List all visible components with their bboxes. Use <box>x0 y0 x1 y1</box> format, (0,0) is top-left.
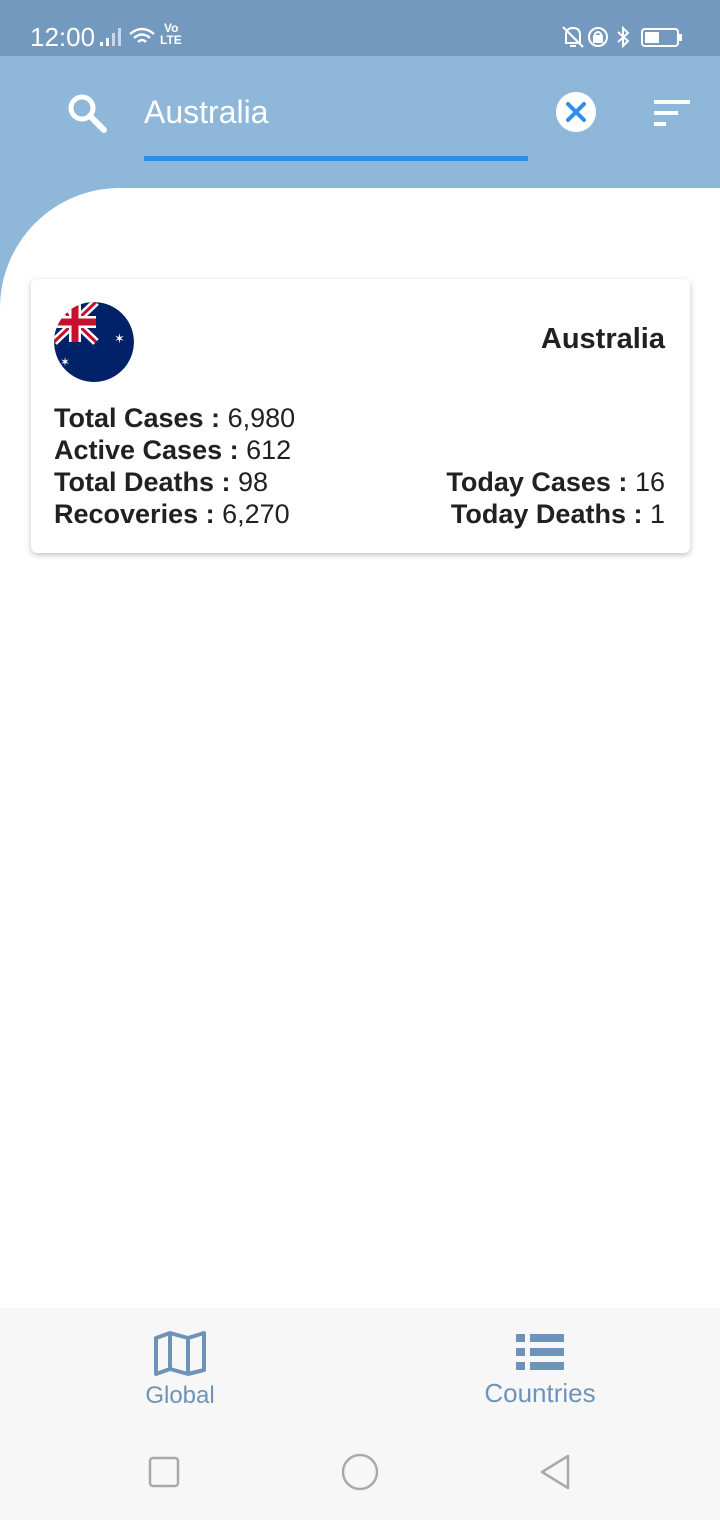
total-cases-label: Total Cases : <box>54 403 221 433</box>
today-deaths-row: Today Deaths : 1 <box>451 498 665 530</box>
system-navigation-bar <box>0 1424 720 1520</box>
country-name: Australia <box>540 323 665 355</box>
country-card[interactable]: ✶ ✶ Australia Total Cases : 6,980 Active… <box>31 279 690 553</box>
search-input[interactable] <box>144 86 524 138</box>
union-jack <box>54 302 99 345</box>
star-icon: ✶ <box>60 355 70 369</box>
today-cases-value: 16 <box>634 467 665 497</box>
australia-flag-icon: ✶ ✶ <box>54 302 134 382</box>
active-cases-row: Active Cases : 612 <box>54 434 291 466</box>
battery-icon <box>641 28 682 47</box>
search-icon[interactable] <box>66 92 108 134</box>
today-deaths-value: 1 <box>649 499 665 529</box>
total-deaths-row: Total Deaths : 98 <box>54 466 268 498</box>
map-icon <box>154 1331 206 1376</box>
active-cases-value: 612 <box>246 435 292 465</box>
star-icon: ✶ <box>114 332 125 347</box>
recent-apps-icon[interactable] <box>144 1452 184 1492</box>
clear-search-button[interactable] <box>556 92 596 132</box>
today-cases-row: Today Cases : 16 <box>446 466 665 498</box>
volte-icon: Vo LTE <box>160 22 182 46</box>
total-cases-value: 6,980 <box>227 403 296 433</box>
total-cases-row: Total Cases : 6,980 <box>54 402 295 434</box>
system-status-icons <box>562 25 682 49</box>
today-deaths-label: Today Deaths : <box>450 499 643 529</box>
nav-countries-label: Countries <box>484 1378 596 1408</box>
active-cases-label: Active Cases : <box>54 435 239 465</box>
rotation-lock-icon <box>588 27 608 47</box>
bell-off-icon <box>562 26 584 48</box>
wifi-icon <box>129 27 155 43</box>
nav-global-label: Global <box>145 1382 215 1409</box>
nav-countries-tab[interactable]: Countries <box>440 1308 640 1424</box>
search-underline <box>144 156 528 161</box>
today-cases-label: Today Cases : <box>446 467 628 497</box>
recoveries-row: Recoveries : 6,270 <box>54 498 290 530</box>
recoveries-label: Recoveries : <box>54 499 215 529</box>
status-bar: 12:00 Vo LTE <box>0 0 720 56</box>
signal-icon <box>100 28 121 46</box>
filter-icon[interactable] <box>652 98 692 128</box>
bluetooth-icon <box>617 25 630 49</box>
total-deaths-value: 98 <box>238 467 269 497</box>
volte-bottom: LTE <box>160 33 182 47</box>
recoveries-value: 6,270 <box>222 499 290 529</box>
list-icon <box>516 1334 564 1370</box>
home-icon[interactable] <box>340 1452 380 1492</box>
bottom-navigation: Global Countries <box>0 1308 720 1424</box>
total-deaths-label: Total Deaths : <box>54 467 231 497</box>
nav-global-tab[interactable]: Global <box>80 1308 280 1424</box>
search-header <box>0 56 720 188</box>
back-icon[interactable] <box>536 1452 576 1492</box>
status-time: 12:00 <box>30 22 96 52</box>
